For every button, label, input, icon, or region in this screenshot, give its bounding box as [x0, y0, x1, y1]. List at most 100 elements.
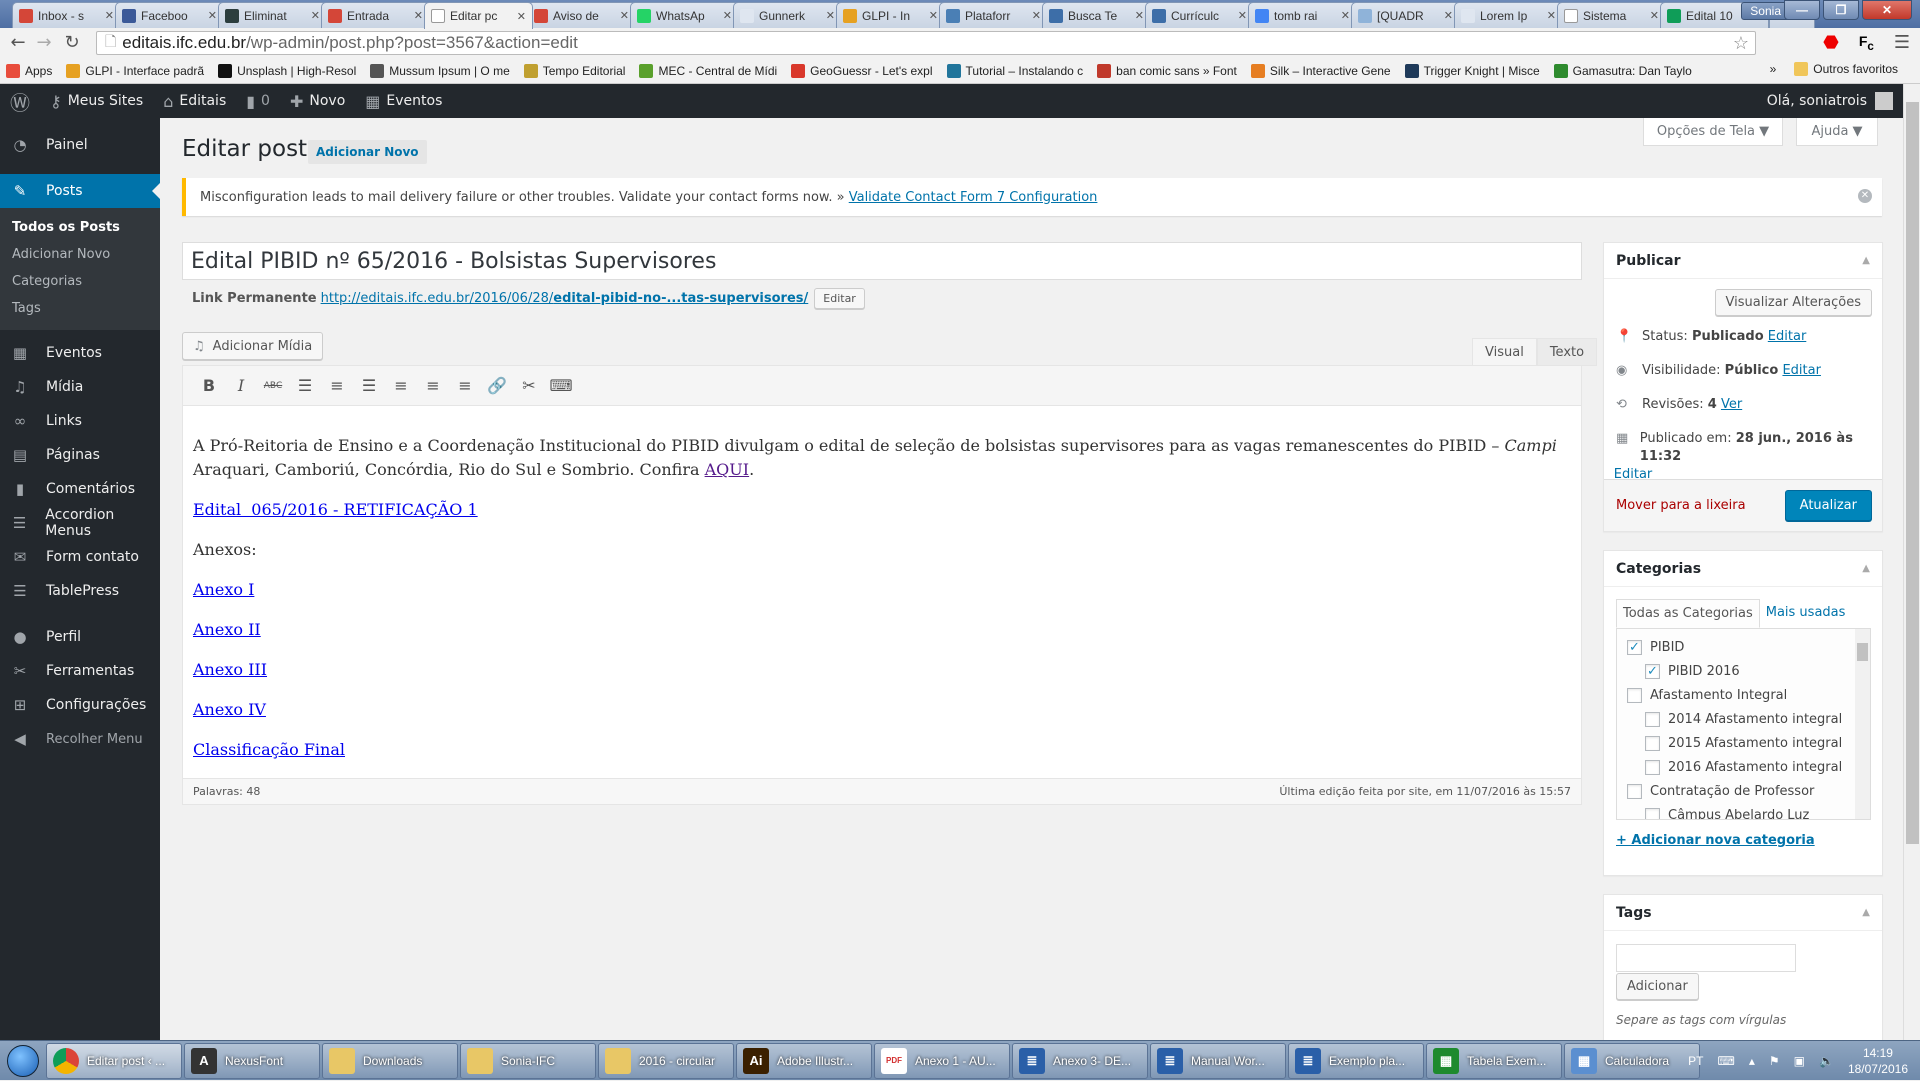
sidebar-item-ferramentas[interactable]: ✂ Ferramentas [0, 654, 160, 688]
sidebar-item-tablepress[interactable]: ☰ TablePress [0, 574, 160, 608]
sidebar-item-recolher-menu[interactable]: ◀ Recolher Menu [0, 722, 160, 756]
tab-all-categories[interactable]: Todas as Categorias [1616, 599, 1760, 628]
category-checkbox[interactable] [1645, 807, 1660, 819]
bookmark-item[interactable]: Tutorial – Instalando c [946, 63, 1083, 78]
forward-button[interactable]: → [32, 32, 56, 53]
close-tab-icon[interactable]: ✕ [929, 9, 938, 22]
start-button[interactable] [0, 1041, 46, 1081]
taskbar-item[interactable]: Sonia-IFC [460, 1042, 596, 1079]
browser-tab[interactable]: Sistema ✕ [1557, 2, 1666, 28]
close-tab-icon[interactable]: ✕ [1650, 9, 1659, 22]
browser-tab[interactable]: Editar pc ✕ [424, 2, 533, 29]
category-checkbox[interactable] [1627, 783, 1642, 799]
tag-input[interactable] [1616, 944, 1796, 972]
sidebar-item-configurações[interactable]: ⊞ Configurações [0, 688, 160, 722]
anexo-link[interactable]: Anexo IV [193, 700, 266, 719]
sidebar-item-perfil[interactable]: ● Perfil [0, 620, 160, 654]
close-window-button[interactable]: ✕ [1862, 0, 1912, 20]
browser-tab[interactable]: GLPI - In ✕ [836, 2, 945, 28]
tab-visual[interactable]: Visual [1472, 338, 1537, 366]
url-input[interactable]: 🗋 editais.ifc.edu.br/wp-admin/post.php?p… [96, 31, 1756, 55]
sidebar-item-accordion-menus[interactable]: ☰ Accordion Menus [0, 506, 160, 540]
numbered-list-icon[interactable]: ≡ [321, 371, 353, 401]
align-center-icon[interactable]: ≡ [417, 371, 449, 401]
sidebar-item-posts[interactable]: ✎ Posts [0, 174, 160, 208]
edit-status-link[interactable]: Editar [1768, 329, 1807, 344]
post-title-input[interactable]: Edital PIBID nº 65/2016 - Bolsistas Supe… [182, 242, 1582, 280]
bookmark-item[interactable]: Trigger Knight | Misce [1404, 63, 1540, 78]
strikethrough-icon[interactable]: ABC [257, 371, 289, 401]
close-tab-icon[interactable]: ✕ [1135, 9, 1144, 22]
taskbar-item[interactable]: ≣ Anexo 3- DE... [1012, 1042, 1148, 1079]
bookmark-item[interactable]: MEC - Central de Mídi [639, 63, 777, 78]
edit-permalink-button[interactable]: Editar [814, 288, 865, 309]
browser-profile-button[interactable]: Sonia [1741, 2, 1790, 20]
align-left-icon[interactable]: ≡ [385, 371, 417, 401]
sidebar-item-mídia[interactable]: ♫ Mídia [0, 370, 160, 404]
bookmark-item[interactable]: GeoGuessr - Let's expl [791, 63, 933, 78]
maximize-button[interactable]: ❐ [1823, 0, 1859, 20]
taskbar-item[interactable]: PDF Anexo 1 - AU... [874, 1042, 1010, 1079]
dismiss-icon[interactable]: ✕ [1858, 189, 1872, 203]
category-checkbox[interactable] [1645, 759, 1660, 775]
validate-cf7-link[interactable]: Validate Contact Form 7 Configuration [849, 190, 1098, 205]
toolbar-toggle-icon[interactable]: ⌨ [545, 371, 577, 401]
collapse-toggle-icon[interactable]: ▲ [1862, 255, 1870, 266]
sidebar-item-form-contato[interactable]: ✉ Form contato [0, 540, 160, 574]
anexo-link[interactable]: Anexo I [193, 580, 254, 599]
browser-tab[interactable]: [QUADR ✕ [1351, 2, 1460, 28]
browser-tab[interactable]: Aviso de ✕ [527, 2, 636, 28]
classificacao-final-link[interactable]: Classificação Final [193, 740, 345, 759]
close-tab-icon[interactable]: ✕ [208, 9, 217, 22]
bookmark-item[interactable]: Tempo Editorial [523, 63, 625, 78]
update-button[interactable]: Atualizar [1784, 490, 1872, 521]
bookmark-item[interactable]: Unsplash | High-Resol [218, 63, 356, 78]
close-tab-icon[interactable]: ✕ [1547, 9, 1556, 22]
menu-icon[interactable]: ☰ [1894, 32, 1910, 53]
bookmark-item[interactable]: ban comic sans » Font [1097, 63, 1237, 78]
close-tab-icon[interactable]: ✕ [723, 9, 732, 22]
action-center-flag-icon[interactable]: ⚑ [1769, 1054, 1780, 1068]
show-hidden-icons[interactable]: ▴ [1749, 1054, 1755, 1068]
back-button[interactable]: ← [6, 32, 30, 53]
close-tab-icon[interactable]: ✕ [414, 9, 423, 22]
browser-tab[interactable]: Busca Te ✕ [1042, 2, 1151, 28]
bookmark-item[interactable]: Apps [6, 63, 52, 78]
taskbar-item[interactable]: 2016 - circular [598, 1042, 734, 1079]
browser-tab[interactable]: tomb rai ✕ [1248, 2, 1357, 28]
close-tab-icon[interactable]: ✕ [1341, 9, 1350, 22]
align-right-icon[interactable]: ≡ [449, 371, 481, 401]
italic-icon[interactable]: I [225, 371, 257, 401]
taskbar-item[interactable]: ≣ Manual Wor... [1150, 1042, 1286, 1079]
submenu-item[interactable]: Adicionar Novo [0, 241, 160, 268]
sidebar-item-páginas[interactable]: ▤ Páginas [0, 438, 160, 472]
sidebar-item-painel[interactable]: ◔ Painel [0, 128, 160, 162]
language-indicator[interactable]: PT [1688, 1054, 1703, 1068]
anexo-link[interactable]: Anexo II [193, 620, 261, 639]
permalink-link[interactable]: http://editais.ifc.edu.br/2016/06/28/edi… [321, 291, 809, 306]
reload-button[interactable]: ↻ [60, 32, 84, 53]
add-tag-button[interactable]: Adicionar [1616, 973, 1699, 1000]
network-icon[interactable]: ▣ [1794, 1054, 1805, 1068]
publish-header[interactable]: Publicar ▲ [1604, 243, 1882, 279]
add-new-button[interactable]: Adicionar Novo [308, 140, 427, 164]
page-scroll-thumb[interactable] [1906, 102, 1919, 844]
category-checkbox[interactable] [1645, 711, 1660, 727]
edital-link[interactable]: Edital 065/2016 - RETIFICAÇÃO 1 [193, 500, 478, 519]
browser-tab[interactable]: Entrada ✕ [321, 2, 430, 28]
category-scrollbar[interactable] [1855, 629, 1870, 819]
aqui-link[interactable]: AQUI [705, 460, 749, 479]
browser-tab[interactable]: Currículc ✕ [1145, 2, 1254, 28]
browser-tab[interactable]: Lorem Ip ✕ [1454, 2, 1563, 28]
events-link[interactable]: ▦ Eventos [355, 84, 452, 118]
close-tab-icon[interactable]: ✕ [105, 9, 114, 22]
scroll-thumb[interactable] [1857, 643, 1868, 661]
bullet-list-icon[interactable]: ☰ [289, 371, 321, 401]
clock[interactable]: 14:19 18/07/2016 [1848, 1045, 1908, 1077]
category-checkbox[interactable] [1627, 687, 1642, 703]
volume-icon[interactable]: 🔈 [1819, 1054, 1834, 1068]
taskbar-item[interactable]: Downloads [322, 1042, 458, 1079]
minimize-button[interactable]: — [1784, 0, 1820, 20]
unlink-icon[interactable]: ✂ [513, 371, 545, 401]
comments-link[interactable]: ▮ 0 [236, 84, 280, 118]
